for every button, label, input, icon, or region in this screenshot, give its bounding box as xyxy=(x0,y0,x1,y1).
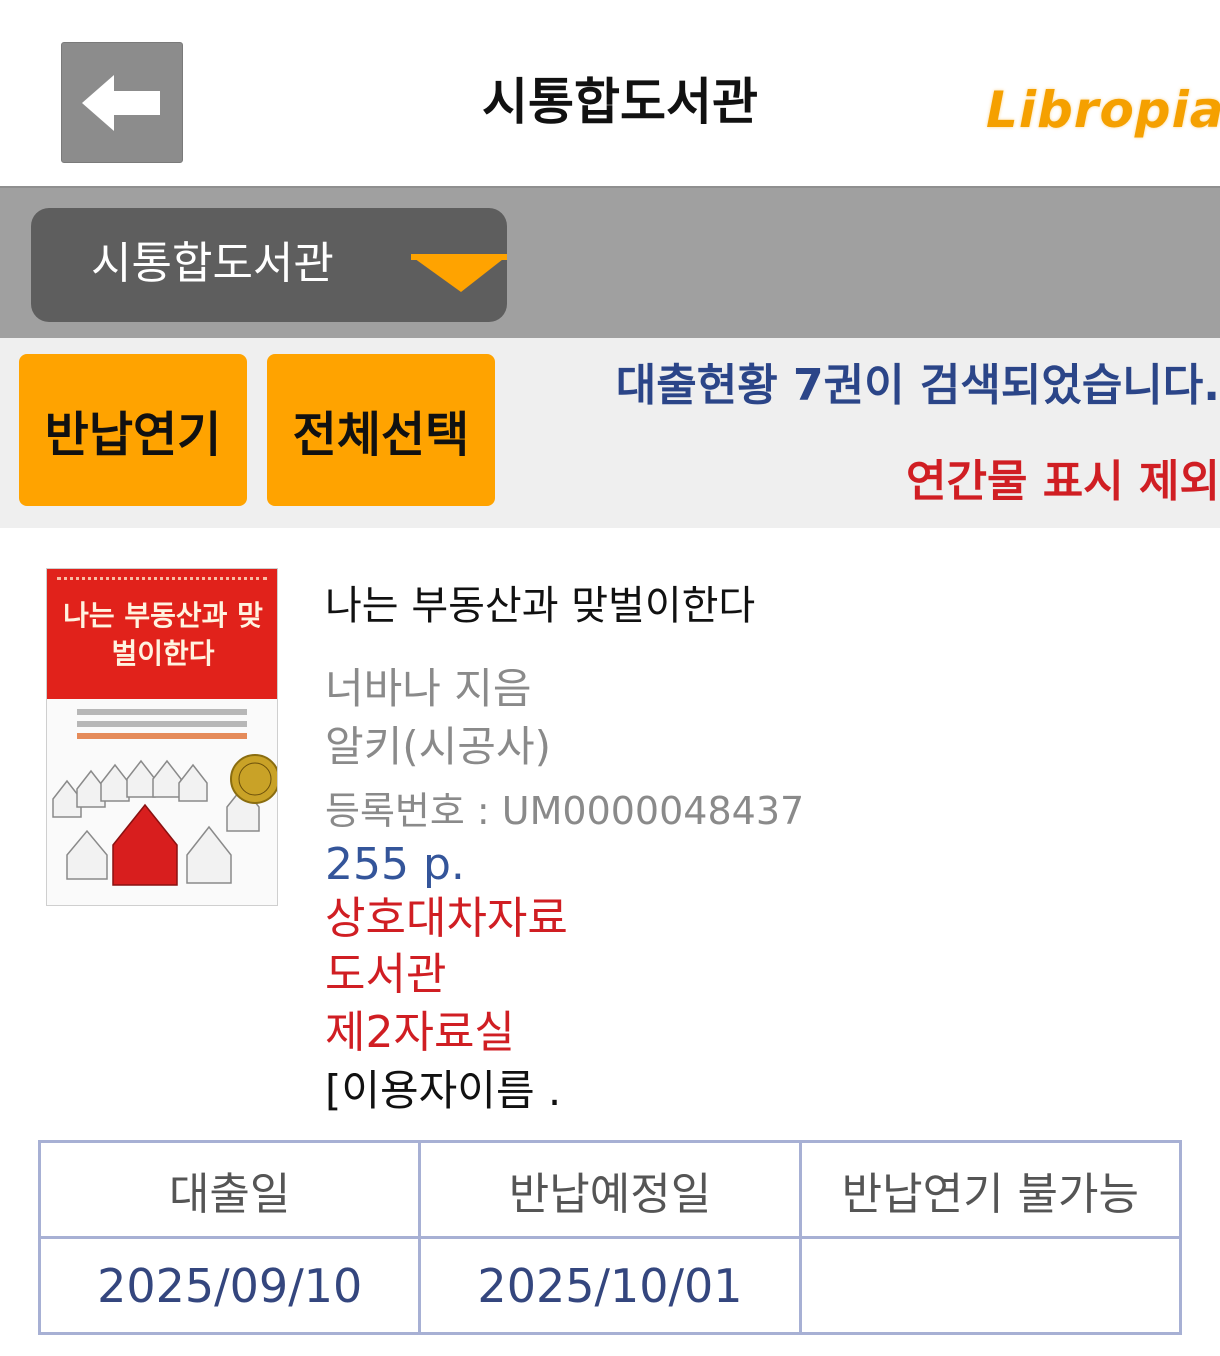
loan-date-value: 2025/09/10 xyxy=(37,1236,422,1335)
extend-return-button[interactable]: 반납연기 xyxy=(19,354,247,506)
select-all-button[interactable]: 전체선택 xyxy=(267,354,495,506)
book-registration-number: 등록번호 : UM0000048437 xyxy=(325,789,805,833)
book-publisher: 알키(시공사) xyxy=(325,722,551,771)
action-row: 반납연기 전체선택 대출현황 7권이 검색되었습니다. 연간물 표시 제외 xyxy=(0,338,1220,528)
book-title[interactable]: 나는 부동산과 맞벌이한다 xyxy=(325,580,1185,632)
holding-library: 도서관 xyxy=(325,949,447,1000)
table-row: 2025/09/10 2025/10/01 xyxy=(37,1236,1183,1335)
back-button[interactable] xyxy=(61,42,183,163)
library-selector-bar: 시통합도서관 xyxy=(0,186,1220,338)
search-result-text: 대출현황 7권이 검색되었습니다. xyxy=(615,360,1220,411)
chevron-down-icon xyxy=(411,254,507,292)
library-dropdown-label: 시통합도서관 xyxy=(91,238,334,289)
loan-info-table: 대출일 반납예정일 반납연기 불가능 2025/09/10 2025/10/01 xyxy=(37,1140,1183,1335)
libropia-logo: Libropia xyxy=(986,81,1220,139)
book-cover-image: 나는 부동산과 맞벌이한다 xyxy=(46,568,278,906)
extension-status-value xyxy=(798,1236,1183,1335)
back-arrow-icon xyxy=(82,74,160,131)
library-dropdown[interactable]: 시통합도서관 xyxy=(31,208,507,322)
houses-illustration xyxy=(52,754,277,886)
loan-date-header: 대출일 xyxy=(37,1140,422,1239)
due-date-value: 2025/10/01 xyxy=(418,1236,802,1335)
table-header-row: 대출일 반납예정일 반납연기 불가능 xyxy=(37,1140,1183,1239)
page-title: 시통합도서관 xyxy=(482,73,758,131)
extension-unavailable-label: 반납연기 불가능 xyxy=(798,1140,1183,1239)
book-author: 너바나 지음 xyxy=(325,664,532,713)
serial-exclusion-note: 연간물 표시 제외 xyxy=(906,456,1220,507)
interlibrary-loan-label: 상호대차자료 xyxy=(325,893,568,944)
user-name: [이용자이름 . xyxy=(325,1066,562,1115)
app-header: 시통합도서관 Libropia xyxy=(0,0,1220,186)
due-date-header: 반납예정일 xyxy=(418,1140,802,1239)
holding-room: 제2자료실 xyxy=(325,1007,515,1058)
book-pages: 255 p. xyxy=(325,839,465,890)
